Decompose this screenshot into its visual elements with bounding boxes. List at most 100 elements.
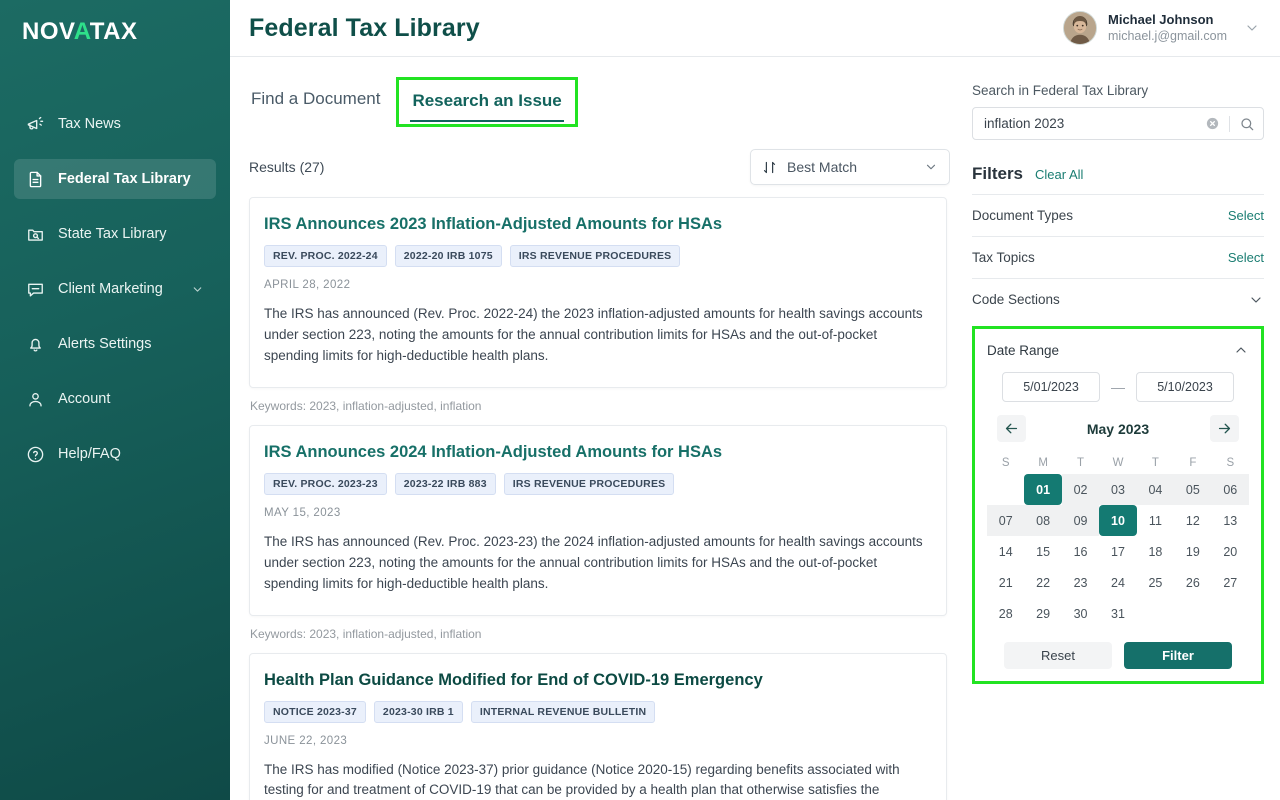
result-chips: NOTICE 2023-37 2023-30 IRB 1 INTERNAL RE… [264, 700, 928, 723]
sidebar-item-help-faq[interactable]: Help/FAQ [14, 434, 216, 474]
calendar-day[interactable]: 12 [1174, 505, 1211, 536]
calendar-day[interactable]: 18 [1137, 536, 1174, 567]
calendar-day[interactable]: 31 [1099, 598, 1136, 629]
calendar-day[interactable]: 06 [1211, 474, 1249, 505]
chat-icon [26, 280, 45, 299]
calendar-day[interactable]: 02 [1061, 474, 1100, 505]
clear-icon[interactable] [1205, 116, 1220, 131]
result-chip[interactable]: IRS REVENUE PROCEDURES [503, 472, 675, 495]
result-title[interactable]: IRS Announces 2024 Inflation-Adjusted Am… [264, 443, 928, 462]
filter-button[interactable]: Filter [1124, 642, 1232, 669]
filters-column: Search in Federal Tax Library inflation … [950, 57, 1280, 800]
result-chip[interactable]: NOTICE 2023-37 [264, 700, 366, 723]
filter-select-link[interactable]: Select [1228, 250, 1264, 265]
calendar-day[interactable]: 08 [1024, 505, 1062, 536]
calendar-day[interactable]: 20 [1212, 536, 1249, 567]
calendar-day[interactable]: 05 [1174, 474, 1212, 505]
chevron-up-icon[interactable] [1233, 342, 1249, 358]
filters-header: Filters Clear All [972, 164, 1264, 184]
result-card[interactable]: IRS Announces 2023 Inflation-Adjusted Am… [249, 197, 947, 388]
calendar-day[interactable]: 10 [1099, 505, 1137, 536]
result-card[interactable]: IRS Announces 2024 Inflation-Adjusted Am… [249, 424, 947, 616]
search-label: Search in Federal Tax Library [972, 83, 1149, 98]
sidebar-item-account[interactable]: Account [14, 379, 216, 419]
tab-research-an-issue[interactable]: Research an Issue [410, 87, 564, 122]
result-chip[interactable]: IRS REVENUE PROCEDURES [509, 245, 681, 267]
filter-row-document-types[interactable]: Document Types Select [972, 194, 1264, 236]
date-range-header[interactable]: Date Range [987, 338, 1249, 362]
result-card[interactable]: Health Plan Guidance Modified for End of… [249, 652, 947, 800]
filter-row-code-sections[interactable]: Code Sections [972, 278, 1264, 320]
sidebar-item-label: Client Marketing [58, 281, 163, 297]
sidebar-item-label: Alerts Settings [58, 336, 152, 352]
user-text: Michael Johnson michael.j@gmail.com [1108, 12, 1227, 44]
calendar-day[interactable]: 13 [1212, 505, 1249, 536]
calendar-day[interactable]: 26 [1174, 567, 1211, 598]
folder-search-icon [26, 225, 45, 244]
calendar-day[interactable]: 03 [1099, 474, 1137, 505]
calendar-day[interactable]: 21 [987, 567, 1024, 598]
result-chip[interactable]: REV. PROC. 2022-24 [264, 245, 387, 267]
calendar-day[interactable]: 25 [1137, 567, 1174, 598]
result-title[interactable]: IRS Announces 2023 Inflation-Adjusted Am… [264, 215, 928, 234]
result-chip[interactable]: 2023-22 IRB 883 [394, 472, 496, 495]
calendar-day[interactable]: 15 [1024, 536, 1061, 567]
reset-button[interactable]: Reset [1004, 642, 1112, 669]
results-count: Results (27) [249, 159, 325, 175]
date-range-panel: Date Range 5/01/2023 — 5/10/2023 May 202… [972, 326, 1264, 684]
tab-find-a-document[interactable]: Find a Document [249, 85, 382, 118]
calendar-day[interactable]: 04 [1136, 474, 1175, 505]
calendar-day[interactable]: 07 [987, 505, 1025, 536]
prev-month-button[interactable] [997, 415, 1026, 442]
tab-bar: Find a Document Research an Issue [249, 77, 950, 127]
document-icon [26, 170, 45, 189]
filter-select-link[interactable]: Select [1228, 208, 1264, 223]
calendar-day[interactable]: 17 [1099, 536, 1136, 567]
clear-all-button[interactable]: Clear All [1035, 167, 1083, 182]
calendar-day[interactable]: 29 [1024, 598, 1061, 629]
result-chip[interactable]: REV. PROC. 2023-23 [264, 472, 387, 495]
date-range-actions: Reset Filter [987, 642, 1249, 671]
end-date-input[interactable]: 5/10/2023 [1136, 372, 1234, 402]
tab-highlight-box: Research an Issue [396, 77, 578, 127]
sidebar-item-tax-news[interactable]: Tax News [14, 104, 216, 144]
calendar-day[interactable]: 28 [987, 598, 1024, 629]
user-email: michael.j@gmail.com [1108, 29, 1227, 43]
sort-dropdown[interactable]: Best Match [750, 149, 950, 185]
sidebar-item-alerts-settings[interactable]: Alerts Settings [14, 324, 216, 364]
result-chip[interactable]: 2022-20 IRB 1075 [394, 245, 502, 267]
filter-row-tax-topics[interactable]: Tax Topics Select [972, 236, 1264, 278]
date-range-title: Date Range [987, 342, 1060, 358]
next-month-button[interactable] [1210, 415, 1239, 442]
sidebar-item-state-tax-library[interactable]: State Tax Library [14, 214, 216, 254]
result-chips: REV. PROC. 2023-23 2023-22 IRB 883 IRS R… [264, 472, 928, 495]
sidebar-item-client-marketing[interactable]: Client Marketing [14, 269, 216, 309]
chevron-down-icon[interactable] [1244, 20, 1260, 36]
result-chip[interactable]: INTERNAL REVENUE BULLETIN [470, 700, 656, 723]
calendar-day[interactable]: 11 [1137, 505, 1174, 536]
search-input[interactable]: inflation 2023 [972, 107, 1264, 140]
calendar-day[interactable]: 22 [1024, 567, 1061, 598]
calendar-day[interactable]: 09 [1061, 505, 1100, 536]
result-keywords: Keywords: 2023, inflation-adjusted, infl… [250, 626, 482, 641]
filter-label: Code Sections [972, 292, 1060, 307]
app-logo[interactable]: NOVATAX [0, 0, 230, 62]
chevron-down-icon[interactable] [1248, 292, 1264, 308]
result-chip[interactable]: 2023-30 IRB 1 [373, 700, 463, 723]
chevron-down-icon[interactable] [191, 283, 204, 296]
sidebar-item-federal-tax-library[interactable]: Federal Tax Library [14, 159, 216, 199]
calendar-day[interactable]: 24 [1099, 567, 1136, 598]
calendar-day[interactable]: 27 [1212, 567, 1249, 598]
calendar-day-blank [987, 474, 1024, 505]
calendar-day[interactable]: 23 [1062, 567, 1099, 598]
calendar-day[interactable]: 30 [1062, 598, 1099, 629]
calendar-day[interactable]: 19 [1174, 536, 1211, 567]
result-keywords: Keywords: 2023, inflation-adjusted, infl… [250, 398, 482, 413]
search-icon[interactable] [1239, 116, 1255, 132]
calendar-day[interactable]: 14 [987, 536, 1024, 567]
calendar-day[interactable]: 01 [1024, 474, 1062, 505]
result-title[interactable]: Health Plan Guidance Modified for End of… [264, 671, 928, 690]
calendar-day[interactable]: 16 [1062, 536, 1099, 567]
user-menu[interactable]: Michael Johnson michael.j@gmail.com [1063, 11, 1260, 45]
start-date-input[interactable]: 5/01/2023 [1002, 372, 1100, 402]
